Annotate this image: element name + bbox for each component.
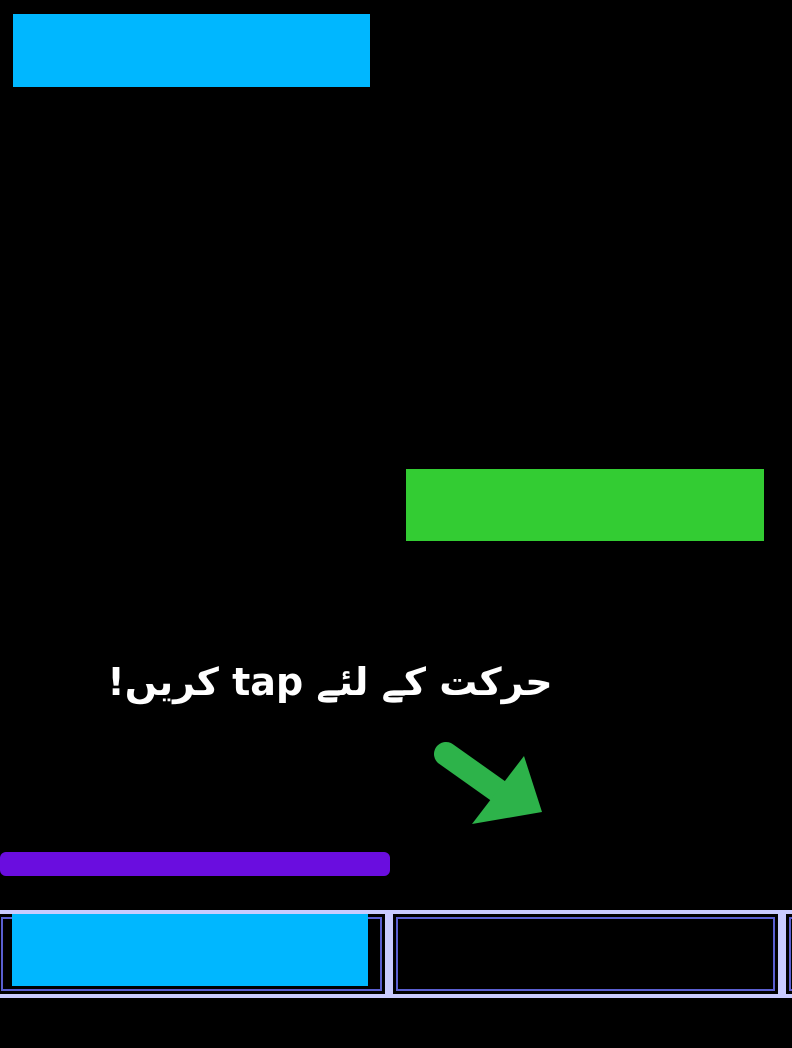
game-area[interactable]: حرکت کے لئے tap کریں! <box>0 0 792 1048</box>
lane-row <box>0 910 792 1000</box>
falling-block-blue <box>13 14 370 87</box>
tap-hint-text: حرکت کے لئے tap کریں! <box>107 660 553 704</box>
lane-slot-3[interactable] <box>782 910 792 998</box>
falling-block-green <box>406 469 764 541</box>
lane-slot-1[interactable] <box>0 910 389 998</box>
player-paddle[interactable] <box>0 852 390 876</box>
arrow-down-right-icon <box>434 742 542 824</box>
lane-slot-2[interactable] <box>389 910 782 998</box>
lane-slot-1-fill <box>12 914 368 986</box>
